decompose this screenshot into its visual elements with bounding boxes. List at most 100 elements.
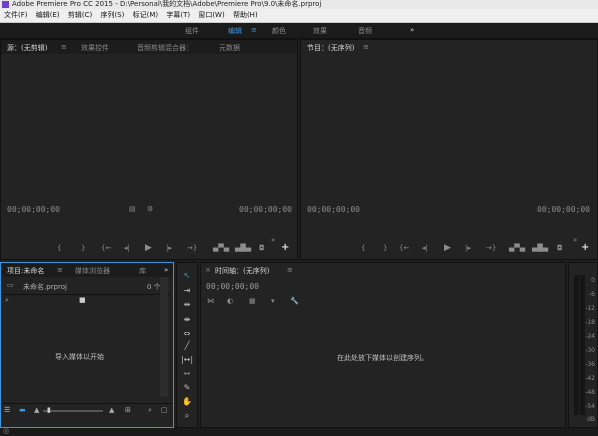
- menu-sequence[interactable]: 序列(S): [100, 9, 124, 22]
- source-monitor-panel: 源：(无剪辑) ≡ 效果控件 音频剪辑混合器： 元数据 00;00;00;00 …: [0, 39, 298, 260]
- tab-libraries[interactable]: 库: [139, 266, 146, 276]
- mark-out-button[interactable]: }: [81, 244, 85, 252]
- source-playhead-timecode[interactable]: 00;00;00;00: [7, 205, 60, 214]
- program-monitor-panel: 节目：(无序列) ≡ 00;00;00;00 00;00;00;00 » { }…: [300, 39, 598, 260]
- program-step-forward-icon[interactable]: |▸: [465, 244, 471, 252]
- workspace-assembly[interactable]: 组件: [185, 26, 199, 36]
- source-tab-menu-icon[interactable]: ≡: [61, 43, 67, 51]
- program-add-button-icon[interactable]: +: [581, 242, 589, 253]
- snap-icon[interactable]: ⋈: [207, 297, 214, 305]
- search-icon[interactable]: ⌕: [5, 296, 9, 305]
- mark-in-button[interactable]: {: [57, 244, 61, 252]
- program-duration-timecode: 00;00;00;00: [537, 205, 590, 214]
- workspace-effects[interactable]: 效果: [313, 26, 327, 36]
- menu-file[interactable]: 文件(F): [4, 9, 28, 22]
- program-more-controls-icon[interactable]: »: [573, 236, 577, 244]
- zoom-tool-icon[interactable]: ⌕: [177, 411, 197, 421]
- source-add-button-icon[interactable]: +: [281, 242, 289, 253]
- program-export-frame-icon[interactable]: ◘: [557, 244, 563, 252]
- tab-metadata[interactable]: 元数据: [219, 43, 240, 53]
- meter-label: -48: [585, 389, 595, 396]
- workspace-audio[interactable]: 音频: [358, 26, 372, 36]
- program-playhead-timecode[interactable]: 00;00;00;00: [307, 205, 360, 214]
- zoom-slider[interactable]: [43, 410, 103, 412]
- tab-media-browser[interactable]: 媒体浏览器: [75, 266, 110, 276]
- extract-icon[interactable]: ▄█▄: [532, 244, 548, 252]
- timeline-panel: × 时间轴：(无序列) ≡ 00;00;00;00 ⋈ ◐ ▦ ▾ 🔧 在此处放…: [200, 262, 566, 428]
- ripple-edit-tool-icon[interactable]: ⇹: [177, 300, 197, 309]
- step-back-icon[interactable]: ◂|: [124, 244, 130, 252]
- menu-clip[interactable]: 剪辑(C): [68, 9, 92, 22]
- insert-icon[interactable]: ▄▀▄: [213, 244, 229, 252]
- new-bin-icon[interactable]: ■: [79, 296, 86, 304]
- tab-program[interactable]: 节目：(无序列): [307, 43, 354, 53]
- program-panel-tabs: 节目：(无序列) ≡: [301, 40, 597, 54]
- tab-source[interactable]: 源：(无剪辑): [7, 43, 47, 53]
- slip-tool-icon[interactable]: |↔|: [177, 355, 197, 364]
- audio-meter-panel: 0 -6 -12 -18 -24 -30 -36 -42 -48 -54 dB: [568, 262, 598, 428]
- program-go-to-in-icon[interactable]: {←: [399, 244, 409, 252]
- pen-tool-icon[interactable]: ✎: [177, 383, 197, 392]
- workspace-color[interactable]: 颜色: [272, 26, 286, 36]
- linked-selection-icon[interactable]: ◐: [227, 297, 233, 305]
- menu-help[interactable]: 帮助(H): [233, 9, 258, 22]
- project-more-tabs-icon[interactable]: »: [164, 266, 168, 274]
- program-tab-menu-icon[interactable]: ≡: [363, 43, 369, 51]
- program-play-icon[interactable]: ▶: [444, 243, 451, 253]
- add-marker-icon[interactable]: ▦: [249, 297, 256, 305]
- find-icon[interactable]: ⌕: [148, 406, 152, 415]
- meter-label: -30: [585, 347, 595, 354]
- zoom-slider-handle[interactable]: ▮: [47, 406, 51, 414]
- settings-icon[interactable]: ⚙: [147, 205, 153, 213]
- status-bar: ◎: [0, 427, 598, 436]
- rolling-edit-tool-icon[interactable]: ⇼: [177, 315, 197, 324]
- lift-icon[interactable]: ▄▀▄: [509, 244, 525, 252]
- go-to-out-icon[interactable]: →}: [187, 244, 197, 252]
- overwrite-icon[interactable]: ▄█▄: [235, 244, 251, 252]
- project-tab-menu-icon[interactable]: ≡: [57, 266, 63, 274]
- export-frame-icon[interactable]: ◘: [259, 244, 265, 252]
- automate-to-sequence-icon[interactable]: ⊞: [125, 406, 131, 414]
- fit-dropdown-icon[interactable]: ▤: [129, 205, 136, 213]
- zoom-out-icon[interactable]: ▲: [34, 406, 39, 414]
- marker-icon[interactable]: ▾: [271, 297, 275, 305]
- razor-tool-icon[interactable]: ╱: [177, 341, 197, 350]
- program-step-back-icon[interactable]: ◂|: [422, 244, 428, 252]
- project-scrollbar[interactable]: [160, 277, 168, 397]
- workspace-overflow-icon[interactable]: »: [410, 26, 414, 34]
- workspace-editing[interactable]: 编辑: [228, 26, 242, 36]
- timeline-timecode[interactable]: 00;00;00;00: [206, 282, 259, 291]
- slide-tool-icon[interactable]: ⇿: [177, 369, 197, 378]
- tab-effect-controls[interactable]: 效果控件: [81, 43, 109, 53]
- meter-label: -12: [585, 305, 595, 312]
- tab-project[interactable]: 项目:未命名: [7, 266, 44, 276]
- timeline-tab-menu-icon[interactable]: ≡: [287, 266, 293, 274]
- hand-tool-icon[interactable]: ✋: [177, 397, 197, 406]
- list-view-icon[interactable]: ☰: [4, 406, 10, 414]
- zoom-in-icon[interactable]: ▲: [109, 406, 114, 414]
- menu-window[interactable]: 窗口(W): [198, 9, 224, 22]
- program-mark-in-button[interactable]: {: [361, 244, 365, 252]
- menu-marker[interactable]: 标记(M): [133, 9, 159, 22]
- play-icon[interactable]: ▶: [145, 243, 152, 253]
- menu-bar: 文件(F) 编辑(E) 剪辑(C) 序列(S) 标记(M) 字幕(T) 窗口(W…: [0, 9, 598, 23]
- wrench-icon[interactable]: 🔧: [290, 297, 299, 305]
- tab-audio-clip-mixer[interactable]: 音频剪辑混合器：: [137, 43, 193, 53]
- tab-timeline[interactable]: 时间轴：(无序列): [215, 266, 269, 276]
- rate-stretch-tool-icon[interactable]: ⇔: [177, 329, 197, 338]
- program-go-to-out-icon[interactable]: →}: [486, 244, 496, 252]
- source-more-controls-icon[interactable]: »: [271, 236, 275, 244]
- menu-title[interactable]: 字幕(T): [166, 9, 190, 22]
- workspace-menu-icon[interactable]: ≡: [251, 26, 257, 34]
- menu-edit[interactable]: 编辑(E): [36, 9, 60, 22]
- program-mark-out-button[interactable]: }: [383, 244, 387, 252]
- go-to-in-icon[interactable]: {←: [101, 244, 111, 252]
- selection-tool-icon[interactable]: ↖: [177, 271, 197, 280]
- timeline-close-icon[interactable]: ×: [205, 266, 211, 274]
- step-forward-icon[interactable]: |▸: [166, 244, 172, 252]
- window-titlebar: Adobe Premiere Pro CC 2015 - D:\Personal…: [0, 0, 598, 9]
- track-select-tool-icon[interactable]: ⇥: [177, 286, 197, 295]
- icon-view-icon[interactable]: ▬: [19, 406, 26, 414]
- workspace-bar: 组件 编辑 ≡ 颜色 效果 音频 »: [0, 23, 598, 39]
- new-item-icon[interactable]: ▢: [161, 406, 168, 414]
